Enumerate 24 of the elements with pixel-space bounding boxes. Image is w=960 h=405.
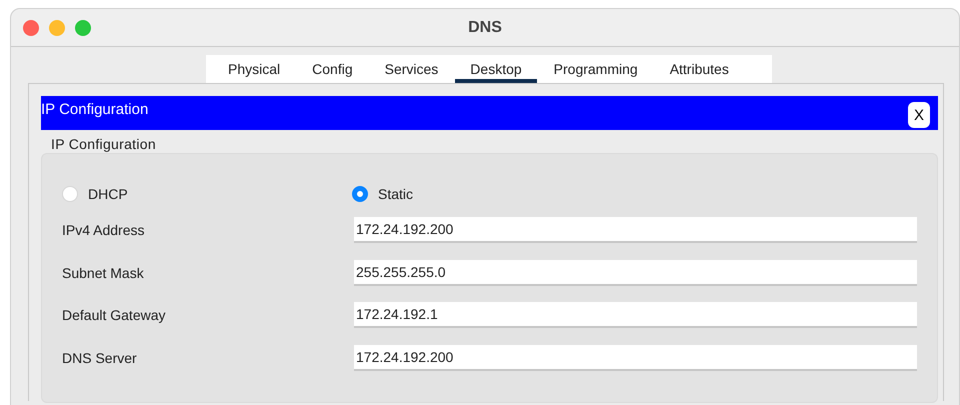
input-field[interactable]: 172.24.192.200 xyxy=(354,217,917,243)
field-label: Default Gateway xyxy=(62,307,166,323)
tab[interactable]: Physical xyxy=(213,55,296,83)
field-label: IPv4 Address xyxy=(62,222,146,238)
radio-button[interactable] xyxy=(352,186,368,202)
tab[interactable]: Config xyxy=(297,55,368,83)
minimize-icon[interactable] xyxy=(49,20,65,36)
zoom-icon[interactable] xyxy=(75,20,91,36)
field-label: DNS Server xyxy=(62,350,138,366)
field-label: Subnet Mask xyxy=(62,264,145,280)
panel-title: IP Configuration xyxy=(41,100,148,118)
radio-label: DHCP xyxy=(88,186,128,202)
close-button[interactable]: X xyxy=(908,102,930,128)
tab[interactable]: Programming xyxy=(538,55,653,83)
input-field[interactable]: 172.24.192.200 xyxy=(354,344,917,370)
tab[interactable]: Services xyxy=(370,55,454,83)
input-field[interactable]: 172.24.192.1 xyxy=(354,302,917,328)
tab[interactable]: Attributes xyxy=(654,55,744,83)
group-title: IP Configuration xyxy=(51,136,157,152)
input-field[interactable]: 255.255.255.0 xyxy=(354,260,917,286)
window-title: DNS xyxy=(468,18,502,36)
radio-label: Static xyxy=(378,186,414,202)
tab[interactable]: Desktop xyxy=(455,55,537,83)
close-icon[interactable] xyxy=(23,20,39,36)
